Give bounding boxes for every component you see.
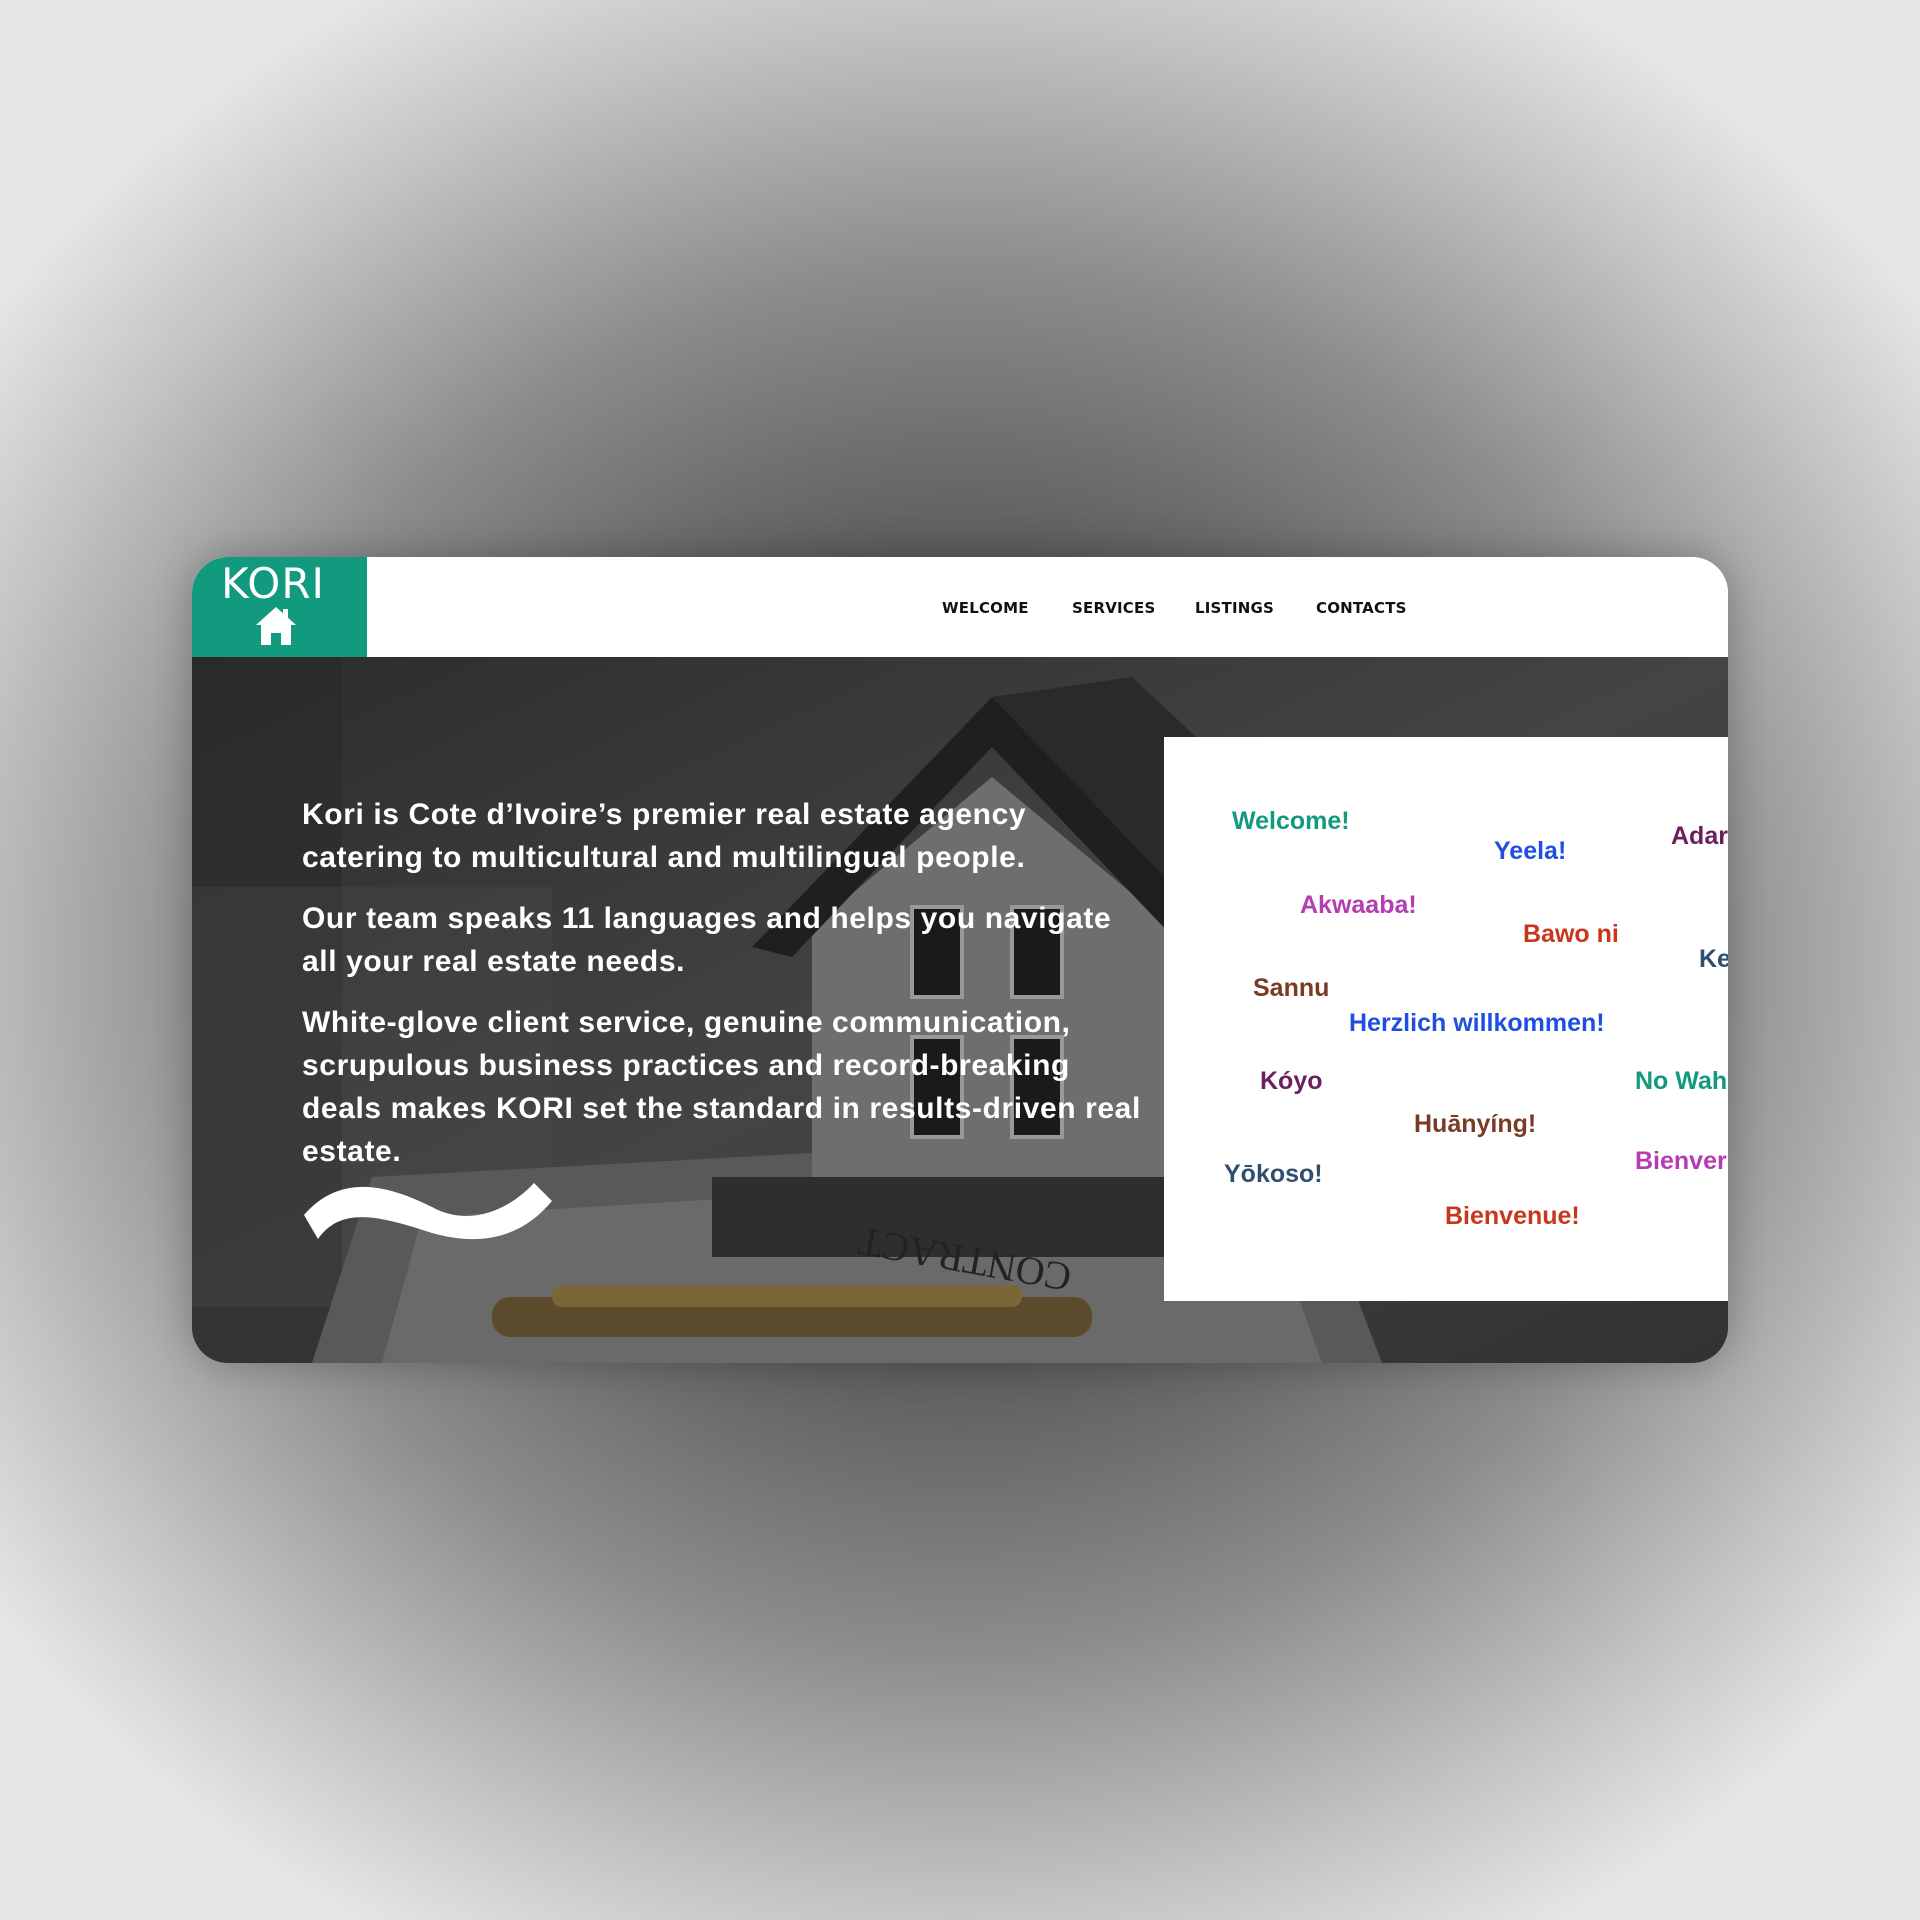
wave-swoosh-icon <box>304 1183 552 1240</box>
greetings-card: Welcome! Yeela! Adar Akwaaba! Bawo ni Ke… <box>1164 737 1728 1301</box>
greeting-adar: Adar <box>1671 822 1728 850</box>
hero-paragraph-1: Kori is Cote d’Ivoire’s premier real est… <box>302 798 1027 874</box>
logo-text: KORI <box>221 559 325 608</box>
nav-contacts[interactable]: CONTACTS <box>1316 599 1407 617</box>
house-icon <box>256 607 296 645</box>
nav-services[interactable]: SERVICES <box>1072 599 1155 617</box>
greeting-yokoso: Yōkoso! <box>1224 1160 1323 1188</box>
greeting-bawo-ni: Bawo ni <box>1523 920 1619 948</box>
greeting-huanying: Huānyíng! <box>1414 1110 1537 1138</box>
site-header: KORI WELCOME SERVICES LISTINGS CONTACTS <box>192 557 1728 657</box>
greeting-ke: Ke <box>1699 945 1728 973</box>
nav-listings[interactable]: LISTINGS <box>1195 599 1274 617</box>
hero-paragraph-2: Our team speaks 11 languages and helps y… <box>302 902 1112 978</box>
hero-paragraph-3: White-glove client service, genuine comm… <box>302 1006 1141 1168</box>
greeting-herzlich: Herzlich willkommen! <box>1349 1009 1605 1037</box>
browser-frame: KORI WELCOME SERVICES LISTINGS CONTACTS <box>192 557 1728 1363</box>
hero-copy: Kori is Cote d’Ivoire’s premier real est… <box>302 793 1152 1191</box>
greeting-welcome: Welcome! <box>1232 807 1350 835</box>
logo[interactable]: KORI <box>192 557 367 657</box>
greeting-sannu: Sannu <box>1253 974 1330 1002</box>
greeting-no-wah: No Wah <box>1635 1067 1728 1095</box>
greeting-akwaaba: Akwaaba! <box>1300 891 1417 919</box>
greeting-bienver: Bienver <box>1635 1147 1727 1175</box>
nav-welcome[interactable]: WELCOME <box>942 599 1029 617</box>
greeting-yeela: Yeela! <box>1494 837 1567 865</box>
hero-section: CONTRACT Kori is Cote d’Ivoire’s premier… <box>192 657 1728 1363</box>
greeting-bienvenue: Bienvenue! <box>1445 1202 1580 1230</box>
greeting-koyo: Kóyo <box>1260 1067 1323 1095</box>
